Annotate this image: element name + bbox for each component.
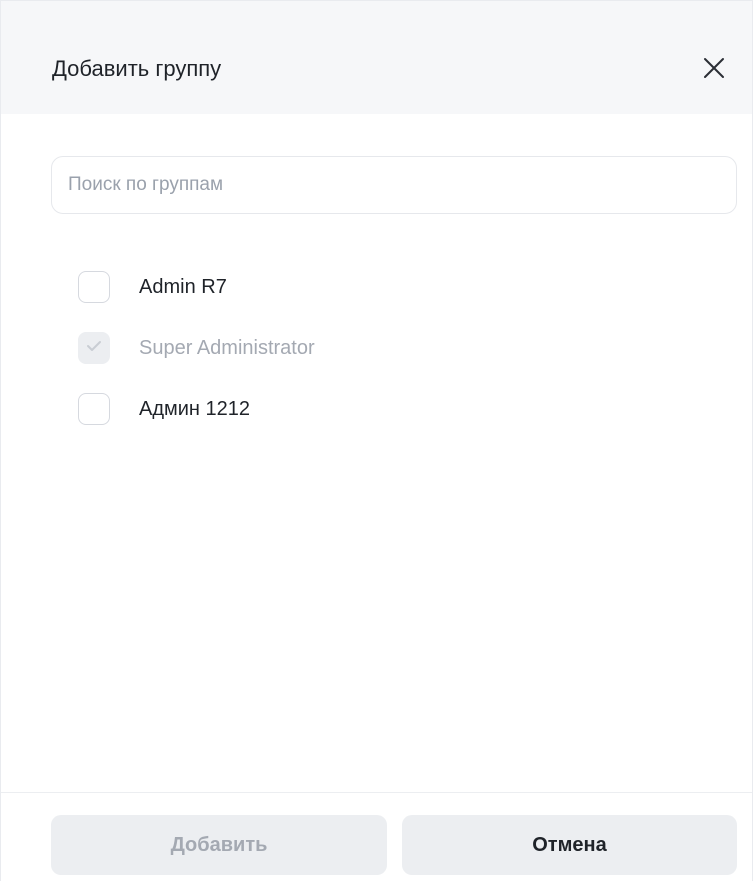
- add-group-dialog: Добавить группу Admin R7: [0, 0, 753, 881]
- group-checkbox[interactable]: [78, 393, 110, 425]
- cancel-button[interactable]: Отмена: [402, 815, 737, 875]
- group-item-super-administrator: Super Administrator: [78, 331, 315, 365]
- group-checkbox-checked-disabled: [78, 332, 110, 364]
- group-checkbox[interactable]: [78, 271, 110, 303]
- dialog-footer: Добавить Отмена: [1, 792, 752, 881]
- group-item-admin-r7[interactable]: Admin R7: [78, 270, 315, 304]
- dialog-header: Добавить группу: [1, 0, 752, 114]
- group-item-admin-1212[interactable]: Админ 1212: [78, 392, 315, 426]
- close-icon: [703, 57, 725, 84]
- add-button[interactable]: Добавить: [51, 815, 387, 875]
- group-label: Админ 1212: [139, 398, 251, 420]
- close-button[interactable]: [701, 57, 727, 83]
- search-input[interactable]: [52, 157, 736, 213]
- group-label: Admin R7: [139, 276, 227, 298]
- checkmark-icon: [86, 339, 102, 357]
- dialog-title: Добавить группу: [52, 56, 222, 81]
- search-box: [51, 156, 737, 214]
- group-label: Super Administrator: [139, 337, 315, 359]
- group-list: Admin R7 Super Administrator Админ 1212: [78, 270, 315, 453]
